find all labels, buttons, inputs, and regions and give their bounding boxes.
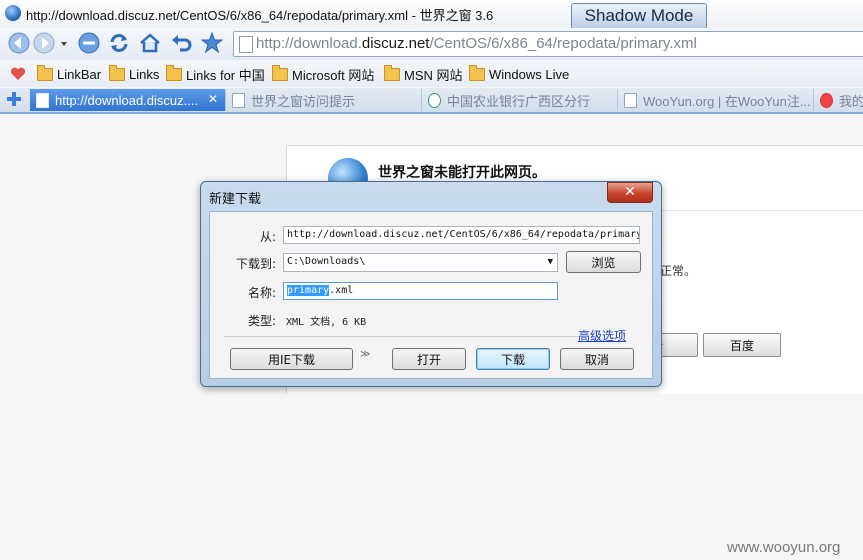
cancel-button[interactable]: 取消	[560, 348, 634, 370]
address-suffix: /CentOS/6/x86_64/repodata/primary.xml	[429, 35, 697, 52]
chevron-down-icon[interactable]	[58, 32, 70, 54]
page-icon	[36, 92, 49, 108]
bookmark-label: Microsoft 网站	[292, 67, 375, 83]
home-icon[interactable]	[139, 32, 161, 54]
bookmark-label: Windows Live	[489, 66, 570, 82]
baidu-search-button[interactable]: 百度	[703, 333, 781, 357]
download-folder-value: C:\Downloads\	[287, 256, 366, 267]
refresh-icon[interactable]	[108, 32, 130, 54]
tab-download-discuz[interactable]: http://download.discuz.... ✕	[30, 89, 226, 111]
tab-label: 中国农业银行广西区分行	[447, 93, 591, 109]
address-domain: discuz.net	[361, 35, 430, 52]
tab-abchina[interactable]: 中国农业银行广西区分行	[422, 89, 618, 111]
browse-button[interactable]: 浏览	[566, 251, 641, 273]
bookmarks-bar: LinkBar Links Links for 中国 Microsoft 网站 …	[0, 61, 863, 87]
undo-icon[interactable]	[170, 32, 192, 54]
bookmark-label: Links for 中国	[186, 67, 265, 83]
page-icon	[624, 92, 637, 108]
folder-icon	[37, 64, 53, 81]
tab-access-notice[interactable]: 世界之窗访问提示	[226, 89, 422, 111]
tab-bar: http://download.discuz.... ✕ 世界之窗访问提示 中国…	[0, 88, 863, 114]
bookmark-windows-live[interactable]: Windows Live	[469, 64, 570, 83]
star-icon[interactable]	[201, 32, 223, 54]
filename-selection: primary	[287, 285, 330, 296]
stop-icon[interactable]	[78, 32, 100, 54]
double-chevron-down-icon[interactable]: ≫	[360, 349, 370, 360]
name-label: 名称:	[247, 286, 276, 300]
address-bar[interactable]: http://download.discuz.net/CentOS/6/x86_…	[233, 31, 863, 57]
download-with-ie-button[interactable]: 用IE下载	[230, 348, 353, 370]
arrow-left-icon[interactable]	[8, 32, 30, 54]
bookmark-linkbar[interactable]: LinkBar	[37, 64, 102, 83]
folder-icon	[166, 64, 182, 81]
tab-label: 我的	[839, 93, 863, 109]
download-button[interactable]: 下载	[476, 348, 550, 370]
window-title: http://download.discuz.net/CentOS/6/x86_…	[26, 8, 494, 23]
download-to-label: 下载到:	[235, 257, 276, 271]
browser-logo-icon	[5, 5, 21, 21]
bookmark-links-china[interactable]: Links for 中国	[166, 64, 265, 83]
tab-close-icon[interactable]: ✕	[208, 92, 218, 106]
filename-field[interactable]: primary.xml	[283, 282, 558, 300]
folder-icon	[109, 64, 125, 81]
download-folder-select[interactable]: C:\Downloads\ ▼	[283, 253, 558, 272]
tab-label: http://download.discuz....	[55, 92, 199, 108]
arrow-right-icon[interactable]	[33, 32, 55, 54]
dialog-title: 新建下载	[209, 192, 262, 207]
page-icon	[232, 92, 245, 108]
page-icon	[239, 36, 253, 53]
filename-extension: .xml	[329, 285, 354, 296]
watermark: www.wooyun.org	[727, 539, 841, 556]
folder-icon	[272, 64, 288, 81]
new-download-dialog: 新建下载 ✕ 从: http://download.discuz.net/Cen…	[200, 181, 662, 387]
bookmark-label: Links	[129, 66, 160, 82]
title-bar: http://download.discuz.net/CentOS/6/x86_…	[0, 0, 863, 29]
bookmark-msn[interactable]: MSN 网站	[384, 64, 463, 83]
from-url-field[interactable]: http://download.discuz.net/CentOS/6/x86_…	[283, 226, 640, 244]
tab-label: 世界之窗访问提示	[251, 93, 356, 109]
weibo-icon	[820, 92, 833, 108]
address-prefix: http://download.	[256, 35, 362, 52]
error-title: 世界之窗未能打开此网页。	[378, 165, 546, 181]
divider	[224, 336, 578, 337]
new-tab-plus-icon[interactable]	[6, 91, 22, 107]
advanced-options-link[interactable]: 高级选项	[578, 327, 626, 344]
close-icon[interactable]: ✕	[607, 182, 653, 203]
tab-weibo[interactable]: 我的	[814, 89, 863, 111]
chevron-down-icon[interactable]: ▼	[548, 254, 553, 270]
bookmark-label: MSN 网站	[404, 67, 463, 83]
bookmark-microsoft[interactable]: Microsoft 网站	[272, 64, 375, 83]
shadow-mode-button[interactable]: Shadow Mode	[571, 3, 707, 29]
error-description: 正常。	[660, 264, 697, 278]
bank-logo-icon	[428, 92, 441, 108]
open-button[interactable]: 打开	[392, 348, 466, 370]
address-text[interactable]: http://download.discuz.net/CentOS/6/x86_…	[256, 35, 697, 52]
bookmark-label: LinkBar	[57, 66, 102, 82]
tab-wooyun[interactable]: WooYun.org | 在WooYun注...	[618, 89, 814, 111]
dialog-body: 从: http://download.discuz.net/CentOS/6/x…	[209, 211, 653, 379]
folder-icon	[384, 64, 400, 81]
tab-label: WooYun.org | 在WooYun注...	[643, 93, 811, 109]
file-type-value: XML 文档, 6 KB	[286, 317, 367, 328]
bookmark-links[interactable]: Links	[109, 64, 160, 83]
folder-icon	[469, 64, 485, 81]
type-label: 类型:	[247, 314, 276, 328]
from-label: 从:	[259, 230, 276, 244]
heart-icon[interactable]	[10, 65, 26, 83]
